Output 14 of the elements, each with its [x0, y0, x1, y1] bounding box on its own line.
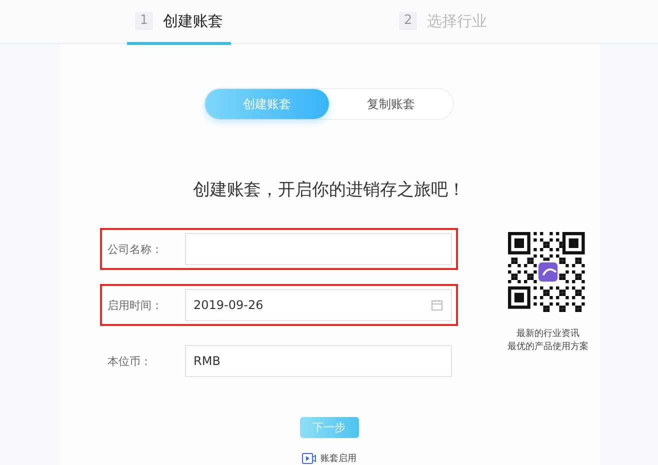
- input-field[interactable]: [184, 233, 452, 265]
- mode-button[interactable]: 复制账套: [329, 89, 453, 119]
- field-label: 启用时间：: [108, 298, 164, 312]
- heading: 创建账套，开启你的进销存之旅吧！: [193, 179, 465, 201]
- qr-caption: 最新的行业资讯: [516, 328, 580, 341]
- calendar-icon: [430, 299, 442, 311]
- video-link[interactable]: 账套启用: [302, 452, 356, 465]
- step-tab[interactable]: 1 创建账套: [127, 0, 231, 45]
- field-label: 公司名称：: [108, 242, 164, 256]
- input-field[interactable]: RMB: [184, 345, 452, 377]
- qr-caption: 最优的产品使用方案: [508, 341, 588, 354]
- date-field[interactable]: 2019-09-26: [184, 289, 452, 321]
- field-label: 本位币：: [108, 354, 152, 368]
- video-icon: [302, 453, 316, 464]
